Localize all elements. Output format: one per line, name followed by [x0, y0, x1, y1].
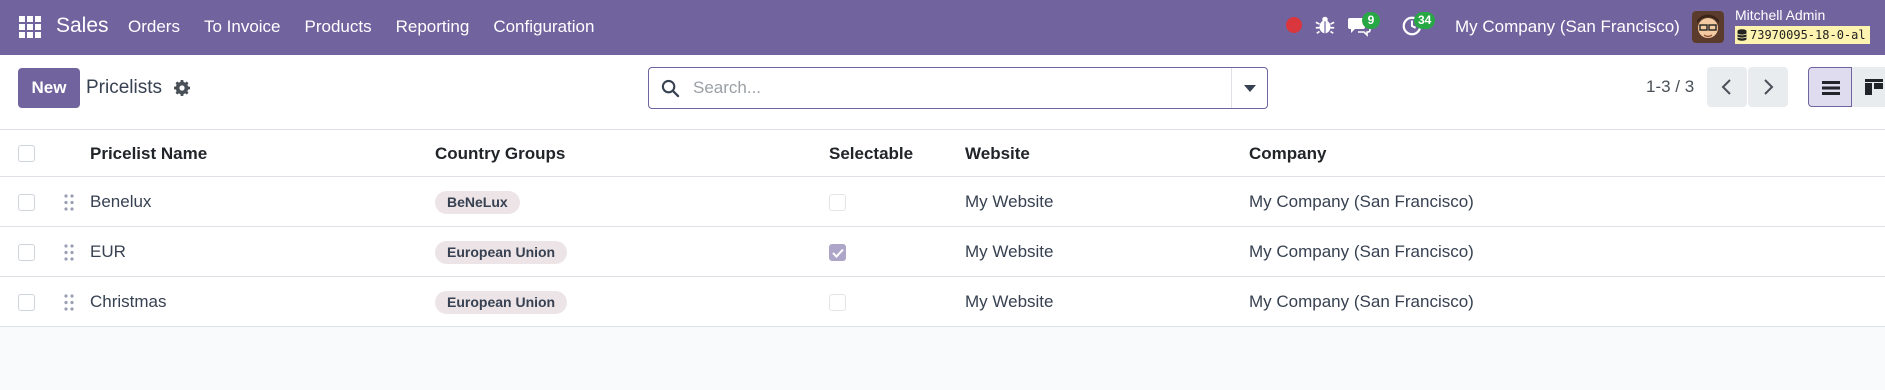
table-row[interactable]: Benelux BeNeLux My Website My Company (S…	[0, 177, 1885, 227]
database-name-text: 73970095-18-0-al	[1750, 28, 1866, 42]
search-input[interactable]	[693, 68, 1213, 108]
main-menu: Orders To Invoice Products Reporting Con…	[128, 17, 618, 37]
chevron-right-icon	[1764, 79, 1774, 95]
menu-to-invoice[interactable]: To Invoice	[204, 17, 281, 37]
drag-handle-icon[interactable]	[64, 294, 74, 311]
user-name[interactable]: Mitchell Admin	[1735, 7, 1825, 23]
chevron-left-icon	[1721, 79, 1731, 95]
row-checkbox[interactable]	[18, 244, 35, 261]
bug-icon[interactable]	[1314, 14, 1336, 36]
company-switcher[interactable]: My Company (San Francisco)	[1455, 17, 1680, 37]
pager-previous-button[interactable]	[1707, 67, 1747, 107]
country-group-tag: BeNeLux	[435, 191, 520, 214]
search-icon[interactable]	[661, 79, 680, 98]
activity-count-badge: 34	[1414, 12, 1436, 29]
row-checkbox[interactable]	[18, 194, 35, 211]
pager-value[interactable]: 1-3 / 3	[1646, 77, 1694, 97]
list-view-button[interactable]	[1808, 67, 1852, 107]
table-row[interactable]: Christmas European Union My Website My C…	[0, 277, 1885, 327]
country-group-tag: European Union	[435, 291, 568, 314]
cell-company: My Company (San Francisco)	[1249, 192, 1474, 211]
kanban-view-button[interactable]	[1852, 67, 1885, 107]
table-row[interactable]: EUR European Union My Website My Company…	[0, 227, 1885, 277]
selectable-checkbox	[829, 244, 846, 261]
cell-pricelist-name: Christmas	[90, 292, 167, 311]
header-company[interactable]: Company	[1249, 144, 1326, 164]
cell-website: My Website	[965, 242, 1054, 261]
app-name[interactable]: Sales	[56, 14, 109, 38]
cell-pricelist-name: Benelux	[90, 192, 152, 211]
pricelist-table: Pricelist Name Country Groups Selectable…	[0, 130, 1885, 327]
header-website[interactable]: Website	[965, 144, 1030, 164]
drag-handle-icon[interactable]	[64, 244, 74, 261]
select-all-checkbox[interactable]	[18, 145, 35, 162]
table-header-row: Pricelist Name Country Groups Selectable…	[0, 130, 1885, 177]
avatar[interactable]	[1692, 11, 1724, 43]
search-options-toggle[interactable]	[1231, 68, 1267, 108]
cell-company: My Company (San Francisco)	[1249, 242, 1474, 261]
drag-handle-icon[interactable]	[64, 194, 74, 211]
checkmark-icon	[832, 248, 844, 258]
search-bar	[648, 67, 1268, 109]
cell-pricelist-name: EUR	[90, 242, 126, 261]
new-button[interactable]: New	[18, 68, 80, 108]
recording-indicator-icon[interactable]	[1286, 17, 1302, 33]
header-pricelist-name[interactable]: Pricelist Name	[90, 144, 207, 164]
database-name: 73970095-18-0-al	[1735, 26, 1870, 44]
gear-icon[interactable]	[174, 80, 190, 96]
selectable-checkbox	[829, 294, 846, 311]
header-selectable[interactable]: Selectable	[829, 144, 913, 164]
menu-configuration[interactable]: Configuration	[493, 17, 594, 37]
menu-products[interactable]: Products	[305, 17, 372, 37]
selectable-checkbox	[829, 194, 846, 211]
kanban-view-icon	[1865, 79, 1883, 95]
chat-count-badge: 9	[1362, 12, 1380, 29]
menu-reporting[interactable]: Reporting	[396, 17, 470, 37]
top-navbar: Sales Orders To Invoice Products Reporti…	[0, 0, 1885, 55]
page-title[interactable]: Pricelists	[86, 77, 162, 99]
apps-grid-icon[interactable]	[19, 16, 41, 38]
pager-next-button[interactable]	[1748, 67, 1788, 107]
row-checkbox[interactable]	[18, 294, 35, 311]
menu-orders[interactable]: Orders	[128, 17, 180, 37]
list-view-icon	[1822, 81, 1840, 95]
cell-website: My Website	[965, 192, 1054, 211]
control-panel: New Pricelists 1-3 / 3	[0, 55, 1885, 130]
country-group-tag: European Union	[435, 241, 568, 264]
header-country-groups[interactable]: Country Groups	[435, 144, 565, 164]
cell-company: My Company (San Francisco)	[1249, 292, 1474, 311]
cell-website: My Website	[965, 292, 1054, 311]
database-icon	[1737, 29, 1747, 41]
